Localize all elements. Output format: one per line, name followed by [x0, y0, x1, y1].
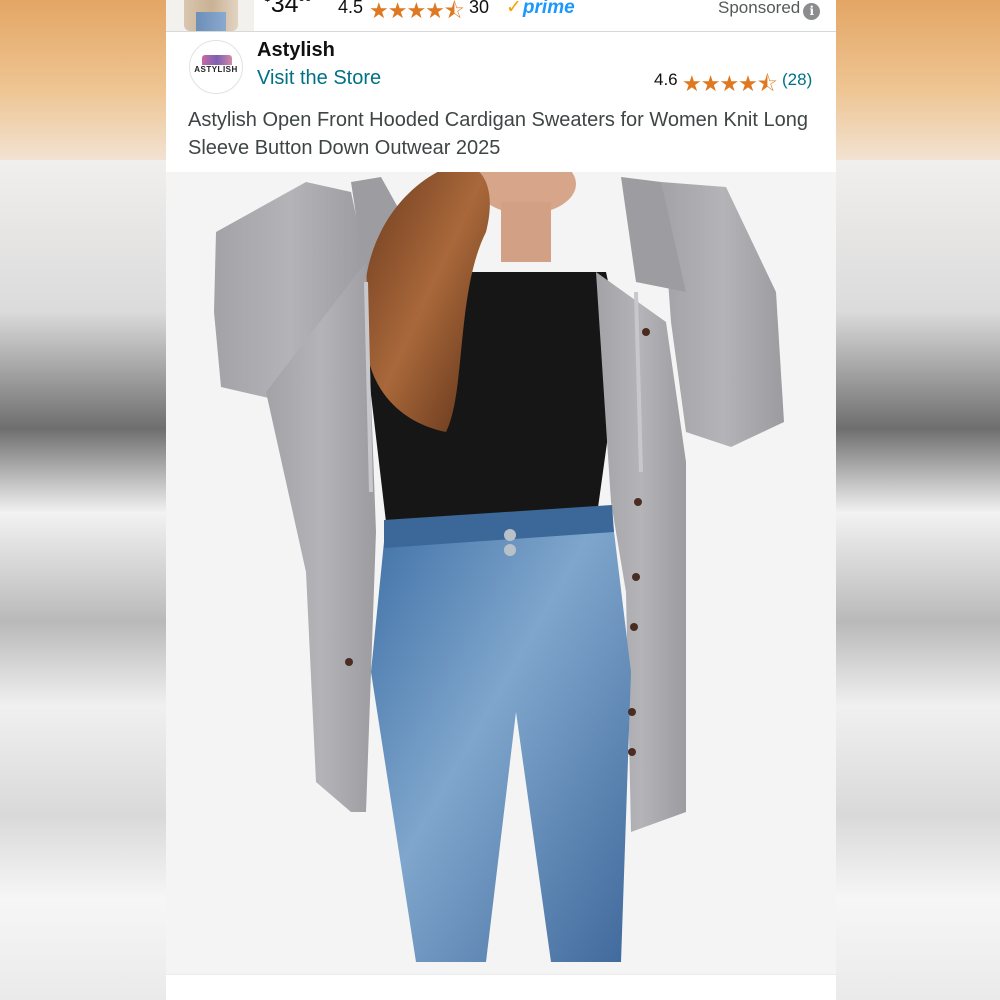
bottom-strip — [166, 974, 836, 1000]
brand-review-count[interactable]: (28) — [782, 70, 812, 90]
blurred-background-left — [0, 0, 166, 1000]
sponsored-ad-review-count[interactable]: 30 — [469, 0, 489, 18]
star-icon: ★★★★⯪ — [369, 0, 465, 23]
sponsored-ad-thumbnail[interactable] — [166, 0, 254, 31]
sponsored-label[interactable]: Sponsored i — [718, 0, 821, 20]
brand-logo[interactable]: ASTYLISH — [189, 40, 243, 94]
visit-store-link[interactable]: Visit the Store — [257, 67, 381, 90]
star-icon[interactable]: ★★★★⯪ — [682, 67, 778, 105]
product-image[interactable] — [166, 172, 836, 974]
sponsored-ad-price: $3499 — [264, 0, 312, 18]
sponsored-ad-row[interactable]: $3499 4.5 ★★★★⯪ 30 ✓prime Sponsoredi — [166, 0, 836, 32]
prime-badge: ✓prime — [506, 0, 575, 19]
blurred-background-right — [835, 0, 1000, 1000]
product-photo-illustration — [214, 172, 784, 962]
brand-rating-value: 4.6 — [654, 70, 678, 89]
blue-jeans — [371, 507, 631, 962]
checkmark-icon: ✓ — [506, 0, 522, 18]
product-title: Astylish Open Front Hooded Cardigan Swea… — [188, 109, 808, 159]
cardigan-right-sleeve — [661, 182, 784, 447]
product-listing: $3499 4.5 ★★★★⯪ 30 ✓prime Sponsoredi AST… — [166, 0, 836, 1000]
brand-name: Astylish — [257, 39, 335, 61]
info-icon[interactable]: i — [803, 3, 821, 20]
sponsored-ad-rating-value: 4.5 — [338, 0, 364, 17]
